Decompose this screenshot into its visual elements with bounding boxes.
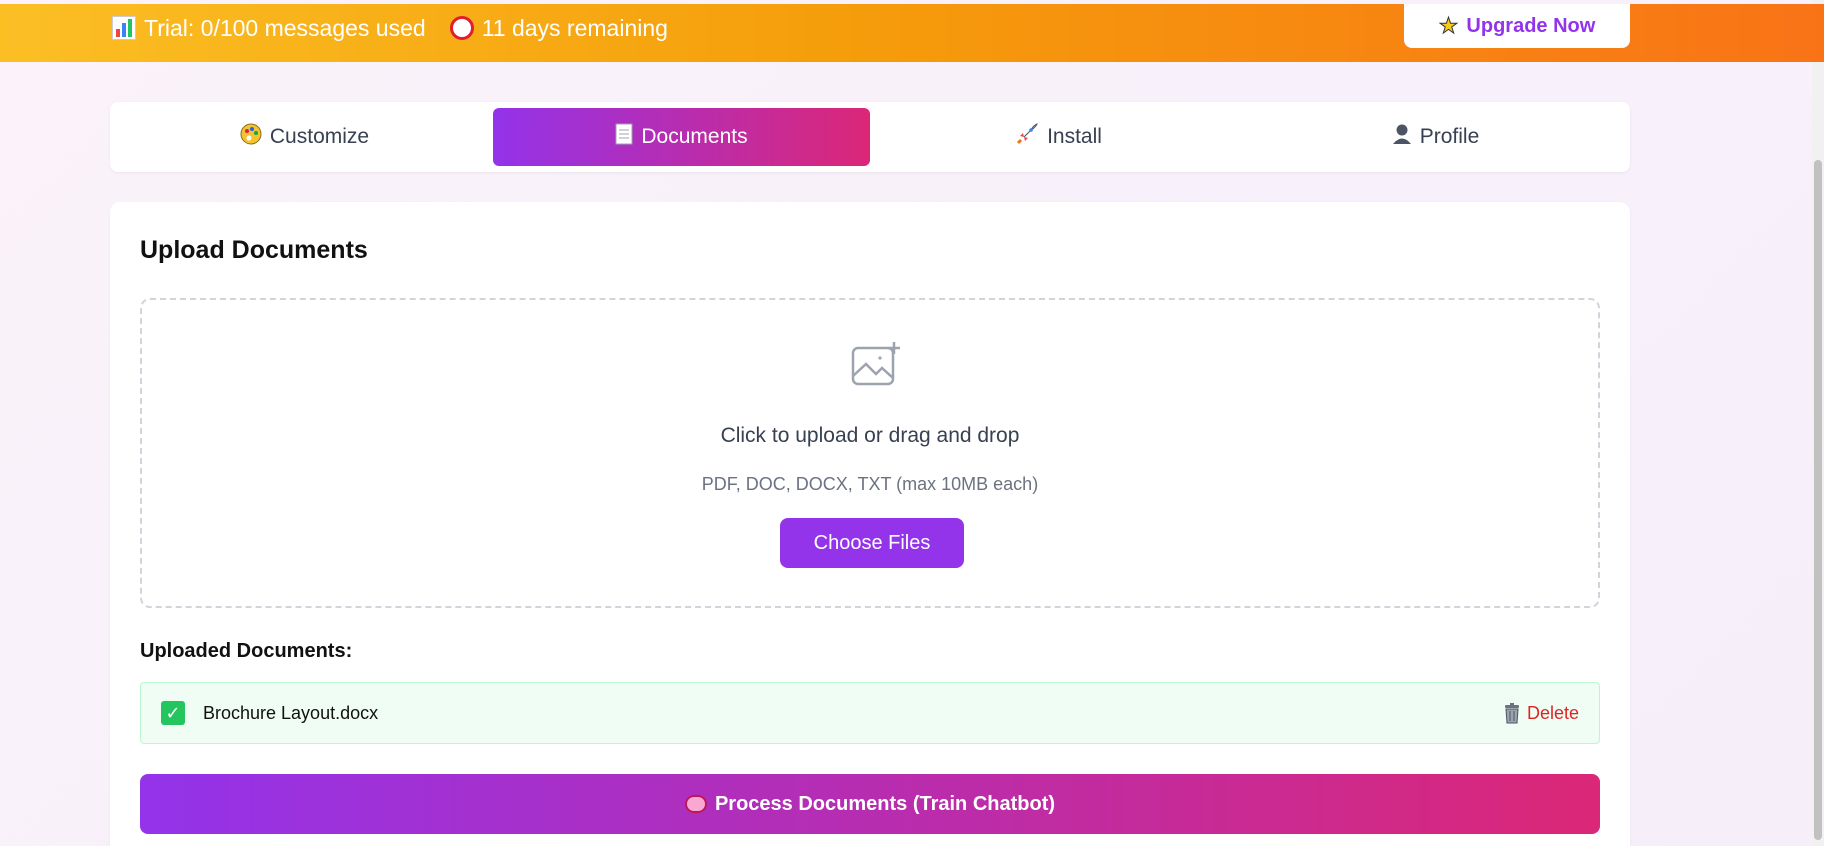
tab-profile-label: Profile [1419, 125, 1480, 148]
trial-info: Trial: 0/100 messages used 11 days remai… [112, 12, 668, 44]
documents-panel: Upload Documents Click to upload or drag… [110, 202, 1630, 846]
tab-install[interactable]: Install [870, 108, 1247, 166]
process-label: Process Documents (Train Chatbot) [714, 792, 1056, 815]
tab-customize[interactable]: Customize [116, 108, 493, 166]
choose-files-button[interactable]: Choose Files [780, 518, 964, 568]
tab-profile[interactable]: Profile [1247, 108, 1624, 166]
tab-install-label: Install [1047, 125, 1102, 148]
trial-days-text: 11 days remaining [481, 14, 668, 41]
document-name: Brochure Layout.docx [203, 702, 379, 723]
rocket-icon [1015, 122, 1039, 152]
user-icon [1392, 123, 1412, 151]
tab-documents-label: Documents [641, 125, 748, 148]
upgrade-now-button[interactable]: ★ Upgrade Now [1404, 4, 1630, 48]
process-documents-button[interactable]: Process Documents (Train Chatbot) [140, 774, 1600, 834]
add-image-icon [850, 340, 902, 388]
upload-documents-title: Upload Documents [140, 236, 368, 264]
alarm-clock-icon [449, 16, 474, 40]
tab-documents[interactable]: Documents [493, 108, 870, 166]
page-icon [615, 123, 633, 151]
trial-days: 11 days remaining [449, 14, 668, 42]
uploaded-documents-title: Uploaded Documents: [140, 640, 353, 662]
trash-icon [1503, 702, 1521, 724]
dropzone-file-types: PDF, DOC, DOCX, TXT (max 10MB each) [701, 474, 1039, 494]
bar-chart-icon [112, 16, 136, 40]
dropzone-instructions: Click to upload or drag and drop [720, 424, 1020, 447]
scrollbar[interactable] [1812, 0, 1824, 846]
upload-dropzone[interactable]: Click to upload or drag and drop PDF, DO… [140, 298, 1600, 608]
trial-banner: Trial: 0/100 messages used 11 days remai… [0, 4, 1824, 62]
list-item: ✓ Brochure Layout.docx Delete [140, 682, 1600, 744]
brain-icon [684, 795, 707, 813]
upgrade-label: Upgrade Now [1466, 14, 1596, 37]
delete-button[interactable]: Delete [1503, 702, 1579, 724]
trial-usage: Trial: 0/100 messages used [112, 15, 426, 42]
check-icon: ✓ [161, 701, 185, 725]
tab-bar: Customize Documents Install Profile [110, 102, 1630, 172]
palette-icon [240, 123, 262, 151]
tab-customize-label: Customize [269, 125, 370, 148]
star-icon: ★ [1438, 13, 1459, 39]
trial-usage-text: Trial: 0/100 messages used [144, 14, 426, 41]
scrollbar-thumb[interactable] [1814, 160, 1822, 840]
delete-label: Delete [1526, 702, 1579, 723]
